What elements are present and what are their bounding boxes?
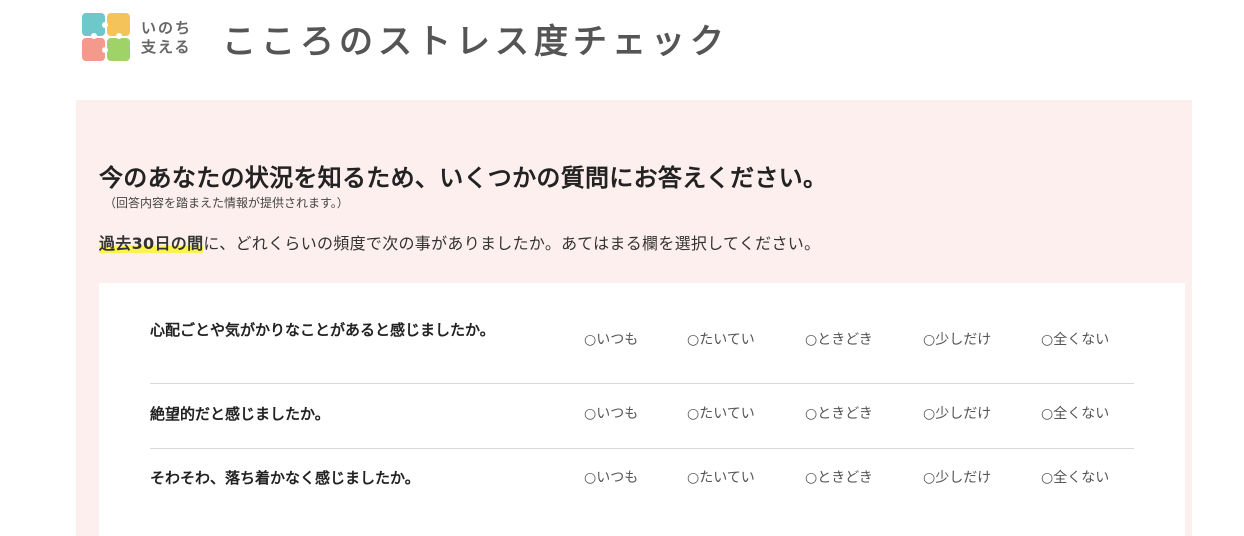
option-sukoshidake[interactable]: ○少しだけ: [923, 403, 991, 423]
site-header: いのち 支える こころのストレス度チェック: [82, 12, 729, 64]
question-card: 心配ごとや気がかりなことがあると感じましたか。 ○いつも ○たいてい ○ときどき…: [99, 283, 1185, 536]
option-sukoshidake[interactable]: ○少しだけ: [923, 467, 991, 487]
option-mattakunai[interactable]: ○全くない: [1041, 329, 1109, 349]
page-title: こころのストレス度チェック: [222, 21, 730, 62]
question-text: そわそわ、落ち着かなく感じましたか。: [150, 469, 420, 487]
question-row: 心配ごとや気がかりなことがあると感じましたか。 ○いつも ○たいてい ○ときどき…: [150, 301, 1134, 384]
questionnaire-panel: 今のあなたの状況を知るため、いくつかの質問にお答えください。 （回答内容を踏まえ…: [76, 100, 1192, 536]
option-taitei[interactable]: ○たいてい: [687, 403, 755, 423]
logo-text: いのち 支える: [141, 19, 192, 57]
question-text: 絶望的だと感じましたか。: [150, 405, 330, 423]
main-heading: 今のあなたの状況を知るため、いくつかの質問にお答えください。: [99, 164, 828, 192]
option-mattakunai[interactable]: ○全くない: [1041, 403, 1109, 423]
option-tokidoki[interactable]: ○ときどき: [805, 467, 873, 487]
question-row: 絶望的だと感じましたか。 ○いつも ○たいてい ○ときどき ○少しだけ ○全くな…: [150, 384, 1134, 449]
sub-note: （回答内容を踏まえた情報が提供されます。）: [104, 196, 349, 210]
option-itsumo[interactable]: ○いつも: [584, 329, 638, 349]
option-tokidoki[interactable]: ○ときどき: [805, 403, 873, 423]
question-row: そわそわ、落ち着かなく感じましたか。 ○いつも ○たいてい ○ときどき ○少しだ…: [150, 449, 1134, 536]
question-text: 心配ごとや気がかりなことがあると感じましたか。: [150, 321, 495, 339]
puzzle-logo-icon: [82, 13, 132, 63]
instruction-rest: に、どれくらいの頻度で次の事がありましたか。あてはまる欄を選択してください。: [203, 234, 821, 253]
logo-line-1: いのち: [141, 19, 193, 37]
option-mattakunai[interactable]: ○全くない: [1041, 467, 1109, 487]
instruction-highlight: 過去30日の間: [99, 234, 204, 253]
option-tokidoki[interactable]: ○ときどき: [805, 329, 873, 349]
logo-line-2: 支える: [141, 38, 192, 56]
option-taitei[interactable]: ○たいてい: [687, 467, 755, 487]
option-itsumo[interactable]: ○いつも: [584, 467, 638, 487]
instruction-text: 過去30日の間に、どれくらいの頻度で次の事がありましたか。あてはまる欄を選択して…: [99, 230, 820, 254]
option-sukoshidake[interactable]: ○少しだけ: [923, 329, 991, 349]
option-taitei[interactable]: ○たいてい: [687, 329, 755, 349]
option-itsumo[interactable]: ○いつも: [584, 403, 638, 423]
